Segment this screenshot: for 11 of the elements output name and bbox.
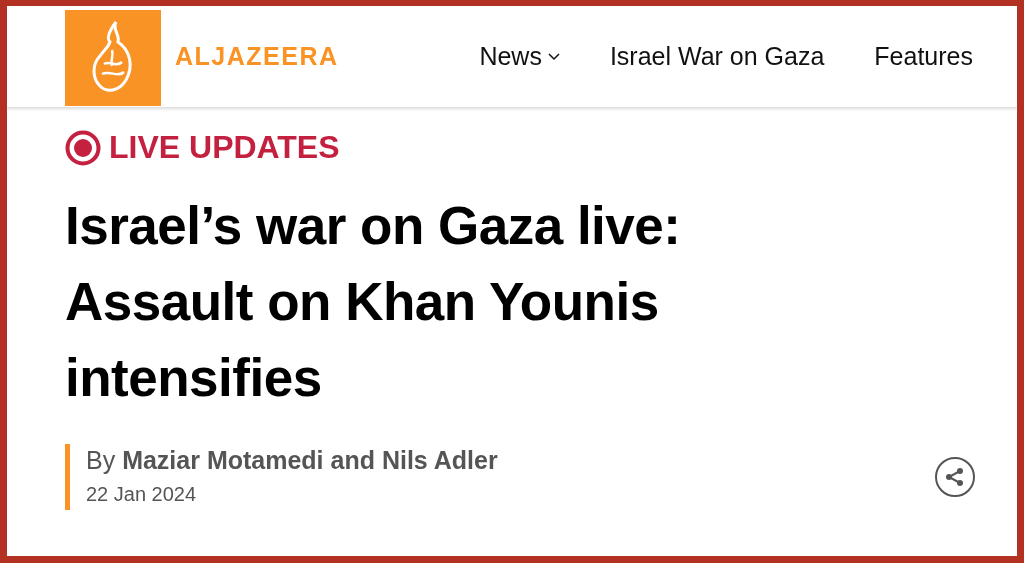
nav-link[interactable]: News bbox=[479, 42, 560, 71]
share-icon bbox=[944, 466, 966, 488]
nav-link[interactable]: Features bbox=[874, 42, 973, 71]
nav-link[interactable]: Israel War on Gaza bbox=[609, 42, 825, 71]
share-button[interactable] bbox=[935, 457, 975, 497]
article-headline: Israel’s war on Gaza live: Assault on Khan Younis intensifies bbox=[65, 195, 682, 409]
live-updates-label: LIVE UPDATES bbox=[109, 129, 340, 166]
publish-date: 22 Jan 2024 bbox=[86, 483, 198, 506]
live-icon bbox=[65, 129, 101, 166]
byline: By Maziar Motamedi and Nils Adler bbox=[86, 446, 498, 475]
chevron-down-icon bbox=[547, 52, 560, 61]
